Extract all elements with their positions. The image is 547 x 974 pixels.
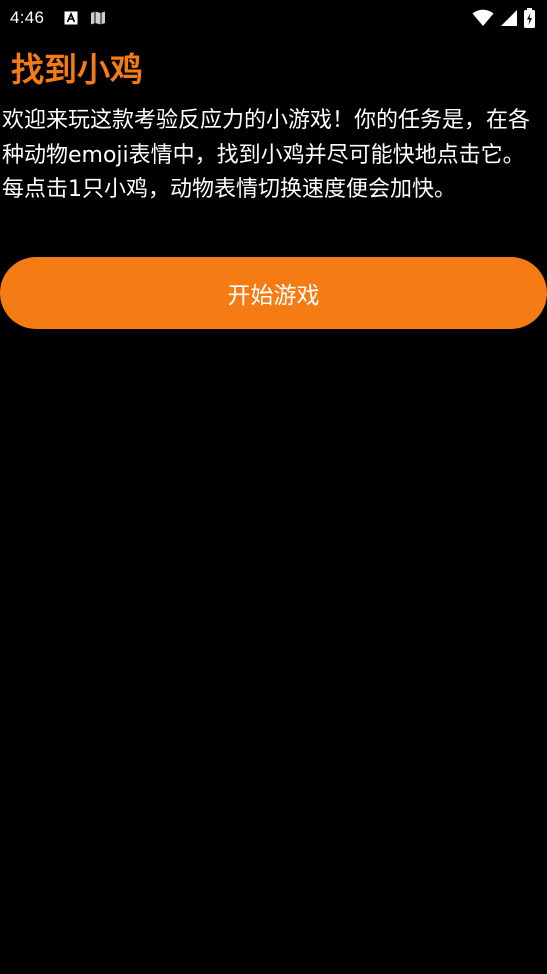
system-icons xyxy=(472,8,535,28)
font-notification-icon xyxy=(64,11,78,25)
map-notification-icon xyxy=(90,11,106,25)
cell-signal-icon xyxy=(500,9,518,27)
battery-charging-icon xyxy=(524,8,535,28)
status-time: 4:46 xyxy=(10,8,45,27)
page-title: 找到小鸡 xyxy=(11,50,143,89)
notification-icons xyxy=(64,11,106,25)
wifi-icon xyxy=(472,9,494,27)
game-description: 欢迎来玩这款考验反应力的小游戏！你的任务是，在各种动物emoji表情中，找到小鸡… xyxy=(2,108,531,202)
start-game-button[interactable]: 开始游戏 xyxy=(0,257,547,329)
status-bar: 4:46 xyxy=(0,0,547,36)
